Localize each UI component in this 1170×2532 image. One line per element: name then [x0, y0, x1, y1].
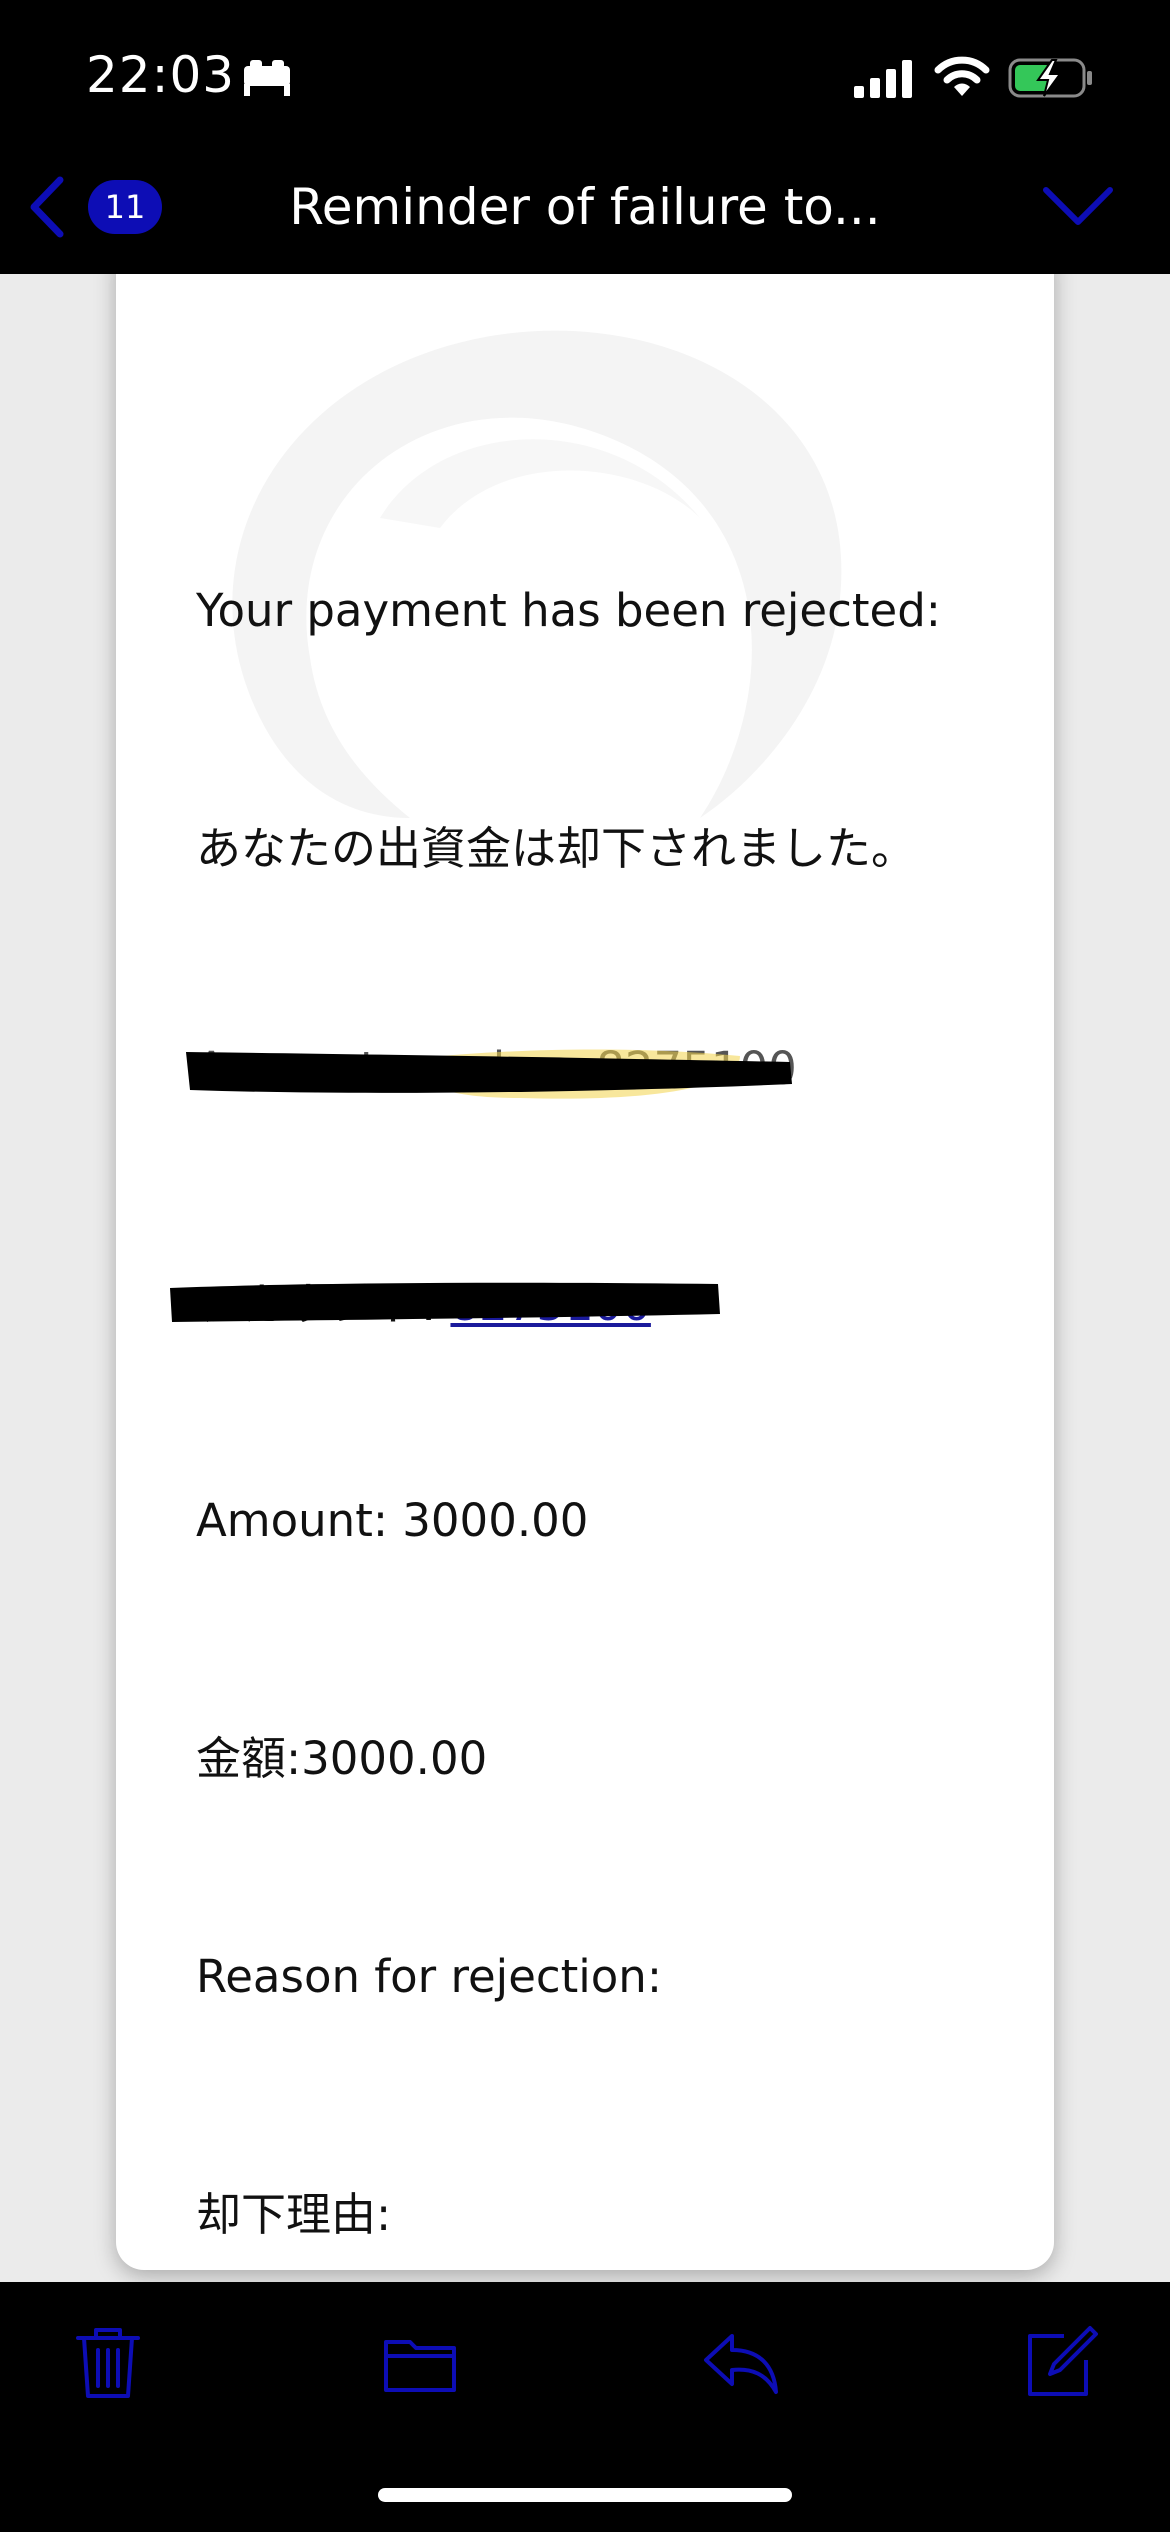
compose-icon[interactable]: [1020, 2322, 1100, 2402]
battery-charging-icon: [1008, 58, 1092, 98]
rejection-notice-en: Your payment has been rejected:: [196, 584, 941, 637]
cellular-signal-icon: [854, 60, 912, 98]
message-card: Your payment has been rejected: あなたの出資金は…: [116, 274, 1054, 2270]
folder-icon[interactable]: [380, 2322, 460, 2402]
trash-icon[interactable]: [68, 2322, 148, 2402]
rejection-notice-ja: あなたの出資金は却下されました。: [196, 822, 917, 875]
status-bar: 22:03: [0, 0, 1170, 150]
reason-label-en: Reason for rejection:: [196, 1950, 662, 2003]
redaction-marker: [170, 1282, 720, 1322]
chevron-down-icon[interactable]: [1040, 180, 1116, 232]
mail-nav-bar: 11 Reminder of failure to...: [0, 150, 1170, 274]
chevron-left-icon[interactable]: [24, 174, 68, 240]
sleep-focus-icon: [244, 60, 290, 96]
reply-icon[interactable]: [700, 2322, 780, 2402]
amount-en: Amount: 3000.00: [196, 1494, 589, 1547]
message-body-area[interactable]: Your payment has been rejected: あなたの出資金は…: [0, 274, 1170, 2282]
status-time: 22:03: [86, 46, 236, 104]
message-subject-title: Reminder of failure to...: [289, 178, 881, 236]
amount-ja: 金額:3000.00: [196, 1732, 488, 1785]
reason-label-ja: 却下理由:: [196, 2188, 392, 2241]
wifi-icon: [934, 56, 990, 96]
home-indicator[interactable]: [378, 2488, 792, 2502]
unread-count-badge[interactable]: 11: [88, 180, 162, 234]
redaction-marker: [186, 1049, 792, 1099]
